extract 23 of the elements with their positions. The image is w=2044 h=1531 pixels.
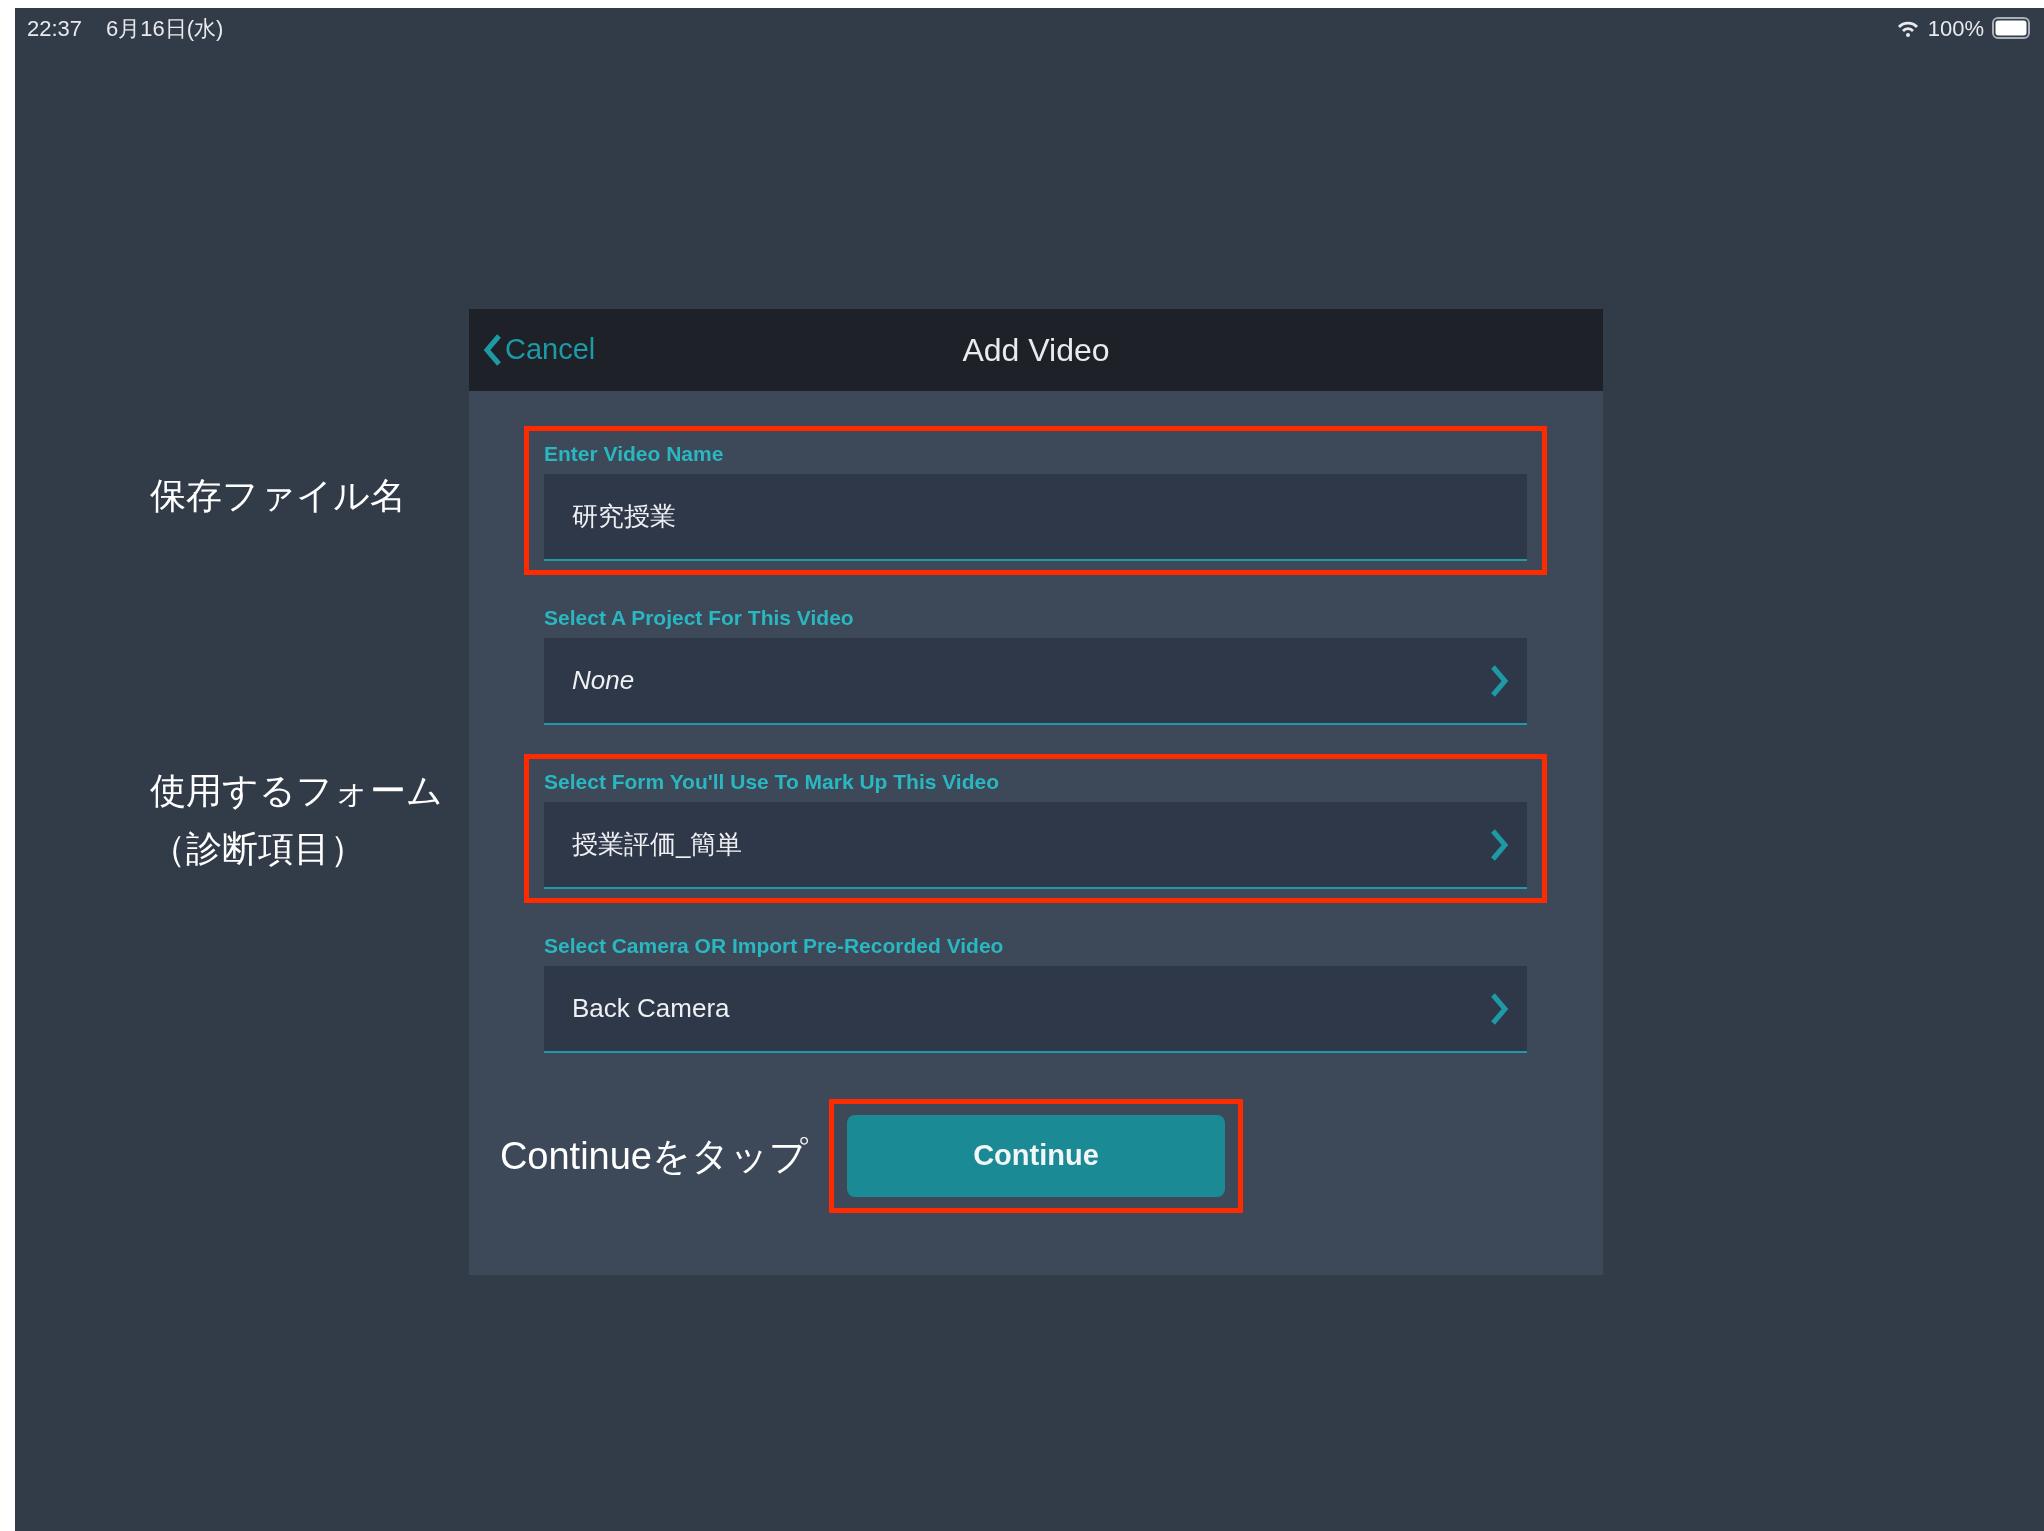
video-name-field[interactable]: 研究授業: [544, 474, 1527, 561]
chevron-right-icon: [1489, 991, 1509, 1026]
field-label: Select Camera OR Import Pre-Recorded Video: [544, 933, 1004, 959]
select-field[interactable]: None: [544, 638, 1527, 725]
continue-button[interactable]: Continue: [847, 1115, 1225, 1197]
status-time: 22:37: [27, 14, 83, 43]
select-field[interactable]: 授業評価_簡単: [544, 802, 1527, 889]
cancel-button[interactable]: Cancel: [479, 309, 600, 391]
annotation-text: Continueをタップ: [499, 1133, 808, 1179]
back-chevron-icon: [483, 333, 503, 367]
field-label: Select Form You'll Use To Mark Up This Video: [544, 769, 1000, 795]
status-date: 6月16日(水): [106, 14, 224, 43]
chevron-right-icon: [1489, 827, 1509, 862]
field-label: Enter Video Name: [544, 441, 724, 467]
annotation-text: 保存ファイル名: [150, 474, 406, 518]
chevron-right-icon: [1489, 663, 1509, 698]
select-field[interactable]: Back Camera: [544, 966, 1527, 1053]
battery-percent: 100%: [1927, 14, 1984, 43]
annotation-text: 使用するフォーム: [150, 769, 443, 813]
battery-icon: [1992, 17, 2032, 39]
dialog-title: Add Video: [962, 331, 1110, 370]
annotation-text: （診断項目）: [150, 827, 366, 871]
field-label: Select A Project For This Video: [544, 605, 854, 631]
